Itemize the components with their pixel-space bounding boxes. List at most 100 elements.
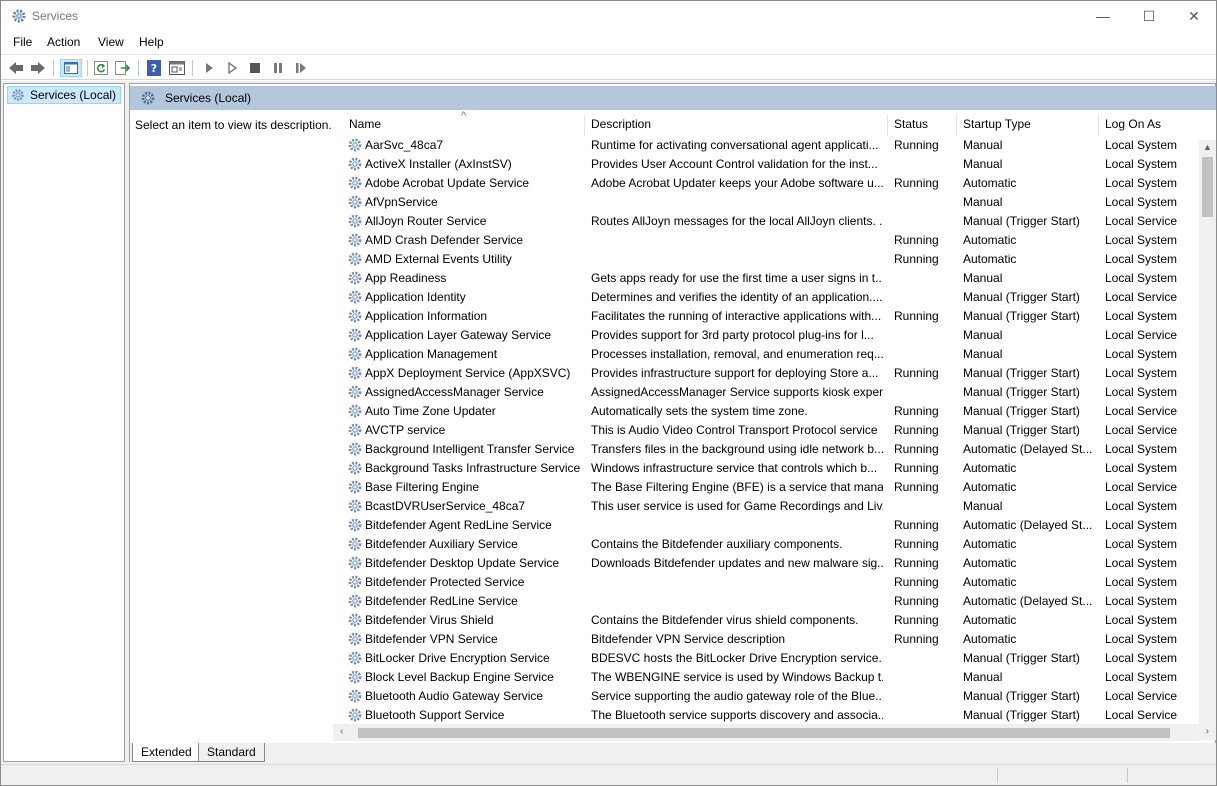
table-row[interactable]: AVCTP service This is Audio Video Control… — [333, 421, 1199, 440]
table-row[interactable]: AMD Crash Defender Service Running Automat… — [333, 231, 1199, 250]
service-startup-type: Manual — [963, 271, 1003, 285]
service-startup-type: Manual — [963, 670, 1003, 684]
service-startup-type: Manual (Trigger Start) — [963, 290, 1080, 304]
table-row[interactable]: Application Layer Gateway Service Provide… — [333, 326, 1199, 345]
table-row[interactable]: Bitdefender Desktop Update Service Downlo… — [333, 554, 1199, 573]
table-row[interactable]: AppX Deployment Service (AppXSVC) Provide… — [333, 364, 1199, 383]
vertical-scrollbar[interactable]: ▲ — [1199, 140, 1216, 740]
service-description: Provides User Account Control validation… — [591, 157, 878, 171]
table-row[interactable]: ActiveX Installer (AxInstSV) Provides Use… — [333, 155, 1199, 174]
table-row[interactable]: App Readiness Gets apps ready for use the… — [333, 269, 1199, 288]
forward-button[interactable] — [29, 59, 47, 77]
tree-item-services-local[interactable]: Services (Local) — [7, 86, 122, 104]
export-list-icon — [115, 61, 131, 75]
back-button[interactable] — [7, 59, 25, 77]
service-name: Bitdefender Auxiliary Service — [365, 537, 518, 551]
vertical-scroll-thumb[interactable] — [1202, 157, 1213, 217]
table-row[interactable]: Bitdefender RedLine Service Running Automa… — [333, 592, 1199, 611]
menu-view[interactable]: View — [98, 35, 124, 49]
service-log-on-as: Local Service — [1105, 480, 1178, 494]
refresh-button[interactable] — [92, 59, 110, 77]
close-button[interactable]: ✕ — [1171, 1, 1217, 31]
scroll-left-icon[interactable]: ‹ — [340, 726, 343, 737]
pause-service-button[interactable] — [269, 59, 287, 77]
service-gear-icon — [348, 328, 362, 342]
column-header-description[interactable]: Description — [585, 114, 888, 136]
table-row[interactable]: Application Identity Determines and verif… — [333, 288, 1199, 307]
table-row[interactable]: Application Information Facilitates the r… — [333, 307, 1199, 326]
show-hide-console-tree-button[interactable] — [60, 59, 82, 77]
service-startup-type: Automatic — [963, 176, 1017, 190]
table-row[interactable]: AMD External Events Utility Running Automa… — [333, 250, 1199, 269]
table-row[interactable]: Adobe Acrobat Update Service Adobe Acroba… — [333, 174, 1199, 193]
menu-action[interactable]: Action — [47, 35, 80, 49]
service-startup-type: Automatic — [963, 613, 1017, 627]
stop-service-button[interactable] — [246, 59, 264, 77]
service-name: App Readiness — [365, 271, 447, 285]
start-service-alt-button[interactable] — [223, 59, 241, 77]
service-name: AMD Crash Defender Service — [365, 233, 524, 247]
service-description: Runtime for activating conversational ag… — [591, 138, 879, 152]
table-row[interactable]: Bluetooth Audio Gateway Service Service s… — [333, 687, 1199, 706]
table-row[interactable]: AllJoyn Router Service Routes AllJoyn mes… — [333, 212, 1199, 231]
table-row[interactable]: Bitdefender Auxiliary Service Contains th… — [333, 535, 1199, 554]
service-status: Running — [894, 233, 939, 247]
table-row[interactable]: BitLocker Drive Encryption Service BDESVC… — [333, 649, 1199, 668]
table-row[interactable]: Bluetooth Support Service The Bluetooth s… — [333, 706, 1199, 725]
table-row[interactable]: AfVpnService Manual Local System — [333, 193, 1199, 212]
maximize-button[interactable]: ☐ — [1126, 1, 1172, 31]
export-list-button[interactable] — [114, 59, 132, 77]
service-log-on-as: Local System — [1105, 347, 1178, 361]
table-row[interactable]: Bitdefender VPN Service Bitdefender VPN S… — [333, 630, 1199, 649]
table-row[interactable]: Bitdefender Protected Service Running Auto… — [333, 573, 1199, 592]
service-gear-icon — [348, 632, 362, 646]
table-row[interactable]: Application Management Processes installa… — [333, 345, 1199, 364]
service-status: Running — [894, 309, 939, 323]
service-description: The Base Filtering Engine (BFE) is a ser… — [591, 480, 883, 494]
menu-help[interactable]: Help — [139, 35, 164, 49]
service-log-on-as: Local System — [1105, 594, 1178, 608]
service-name: Base Filtering Engine — [365, 480, 480, 494]
table-row[interactable]: Base Filtering Engine The Base Filtering … — [333, 478, 1199, 497]
horizontal-scrollbar[interactable]: ‹ › — [333, 724, 1209, 741]
service-description: Facilitates the running of interactive a… — [591, 309, 882, 323]
service-log-on-as: Local Service — [1105, 404, 1178, 418]
table-row[interactable]: Block Level Backup Engine Service The WBE… — [333, 668, 1199, 687]
service-name: Bitdefender RedLine Service — [365, 594, 518, 608]
service-startup-type: Automatic — [963, 233, 1017, 247]
column-header-name[interactable]: Name ^ — [343, 110, 585, 136]
table-row[interactable]: AssignedAccessManager Service AssignedAcc… — [333, 383, 1199, 402]
scroll-right-icon[interactable]: › — [1206, 726, 1209, 737]
table-row[interactable]: Bitdefender Virus Shield Contains the Bit… — [333, 611, 1199, 630]
help-button[interactable]: ? — [145, 59, 163, 77]
column-header-startup-type[interactable]: Startup Type — [957, 114, 1099, 136]
tab-extended[interactable]: Extended — [132, 743, 201, 762]
tab-label: Standard — [207, 745, 256, 759]
table-row[interactable]: Background Intelligent Transfer Service T… — [333, 440, 1199, 459]
table-row[interactable]: Background Tasks Infrastructure Service W… — [333, 459, 1199, 478]
service-status: Running — [894, 252, 939, 266]
title-bar[interactable]: Services — ☐ ✕ — [1, 1, 1216, 31]
tab-standard[interactable]: Standard — [198, 743, 265, 762]
column-header-status[interactable]: Status — [888, 114, 957, 136]
service-description: Adobe Acrobat Updater keeps your Adobe s… — [591, 176, 883, 190]
horizontal-scroll-thumb[interactable] — [358, 728, 1170, 738]
start-service-button[interactable] — [200, 59, 218, 77]
table-row[interactable]: Bitdefender Agent RedLine Service Running… — [333, 516, 1199, 535]
service-startup-type: Manual (Trigger Start) — [963, 423, 1080, 437]
table-row[interactable]: Auto Time Zone Updater Automatically sets… — [333, 402, 1199, 421]
service-status: Running — [894, 461, 939, 475]
minimize-button[interactable]: — — [1080, 1, 1126, 31]
table-row[interactable]: BcastDVRUserService_48ca7 This user servi… — [333, 497, 1199, 516]
scroll-up-icon[interactable]: ▲ — [1203, 142, 1212, 152]
menu-file[interactable]: File — [13, 35, 32, 49]
resume-service-button[interactable] — [292, 59, 310, 77]
column-label: Status — [894, 117, 929, 131]
status-divider — [1127, 768, 1128, 783]
properties-button[interactable] — [168, 59, 186, 77]
table-row[interactable]: AarSvc_48ca7 Runtime for activating conve… — [333, 136, 1199, 155]
maximize-icon: ☐ — [1142, 7, 1156, 24]
column-label: Description — [591, 117, 652, 131]
column-header-log-on-as[interactable]: Log On As — [1099, 114, 1199, 136]
sort-ascending-icon: ^ — [461, 110, 467, 122]
